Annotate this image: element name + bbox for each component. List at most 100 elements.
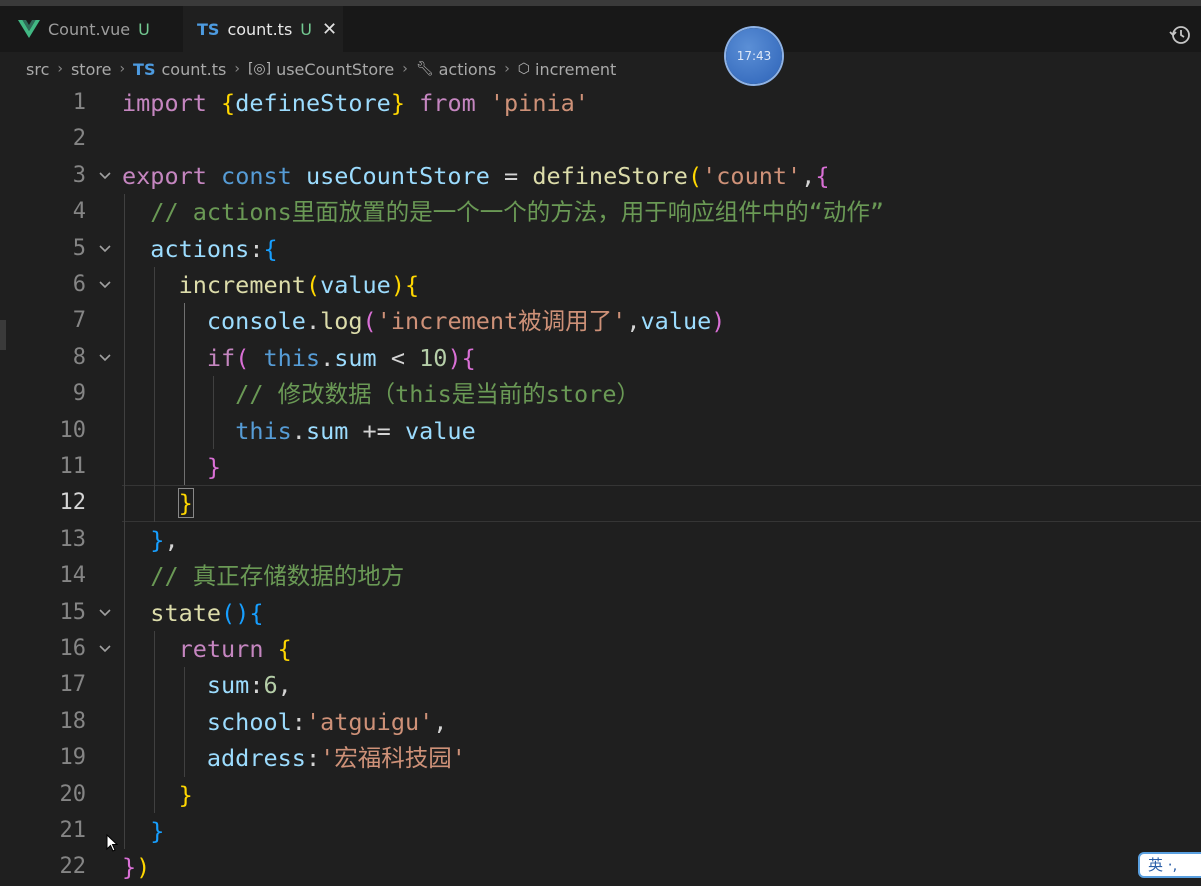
code-line[interactable]: 15 state(){: [0, 595, 1201, 631]
code-text: }: [122, 449, 221, 485]
code-line[interactable]: 2: [0, 121, 1201, 157]
chevron-down-icon[interactable]: [98, 242, 112, 256]
code-token: useCountStore: [305, 161, 490, 190]
code-text: export const useCountStore = defineStore…: [122, 158, 829, 194]
chevron-down-icon[interactable]: [98, 642, 112, 656]
code-token: const: [221, 161, 306, 190]
code-token: }: [177, 488, 194, 519]
close-icon[interactable]: ✕: [322, 19, 337, 40]
chevron-down-icon[interactable]: [98, 278, 112, 292]
code-token: if: [206, 343, 236, 372]
code-line[interactable]: 5 actions:{: [0, 231, 1201, 267]
tab-count-vue[interactable]: Count.vue U: [0, 6, 183, 52]
code-line[interactable]: 14 // 真正存储数据的地方: [0, 558, 1201, 594]
breadcrumb-item-src[interactable]: src: [26, 60, 49, 79]
code-token: (: [235, 343, 250, 372]
chevron-right-icon: ›: [504, 61, 510, 77]
code-token: import: [122, 89, 222, 117]
code-token: .: [291, 416, 306, 445]
code-token: 6: [263, 671, 278, 700]
code-token: {: [405, 271, 420, 299]
code-line[interactable]: 7 console.log('increment被调用了',value): [0, 303, 1201, 339]
code-editor[interactable]: 1 import {defineStore} from 'pinia' 2 3 expo…: [0, 85, 1201, 881]
line-number: 14: [59, 563, 87, 589]
breadcrumb-item-file[interactable]: count.ts: [161, 60, 226, 79]
history-icon[interactable]: [1169, 24, 1191, 46]
line-number: 11: [59, 454, 87, 479]
code-line[interactable]: 18 school:'atguigu',: [0, 704, 1201, 740]
chevron-down-icon[interactable]: [98, 351, 112, 365]
breadcrumb: src › store › TS count.ts › [◎] useCount…: [0, 52, 1201, 86]
code-text: sum:6,: [122, 667, 292, 703]
scroll-indicator: [0, 320, 6, 350]
line-number: 15: [59, 599, 87, 625]
chevron-down-icon[interactable]: [98, 606, 112, 620]
chevron-down-icon[interactable]: [98, 169, 112, 183]
code-line[interactable]: 21 }: [0, 813, 1201, 849]
breadcrumb-item-increment[interactable]: increment: [535, 60, 616, 79]
ime-indicator[interactable]: 英 ·,: [1138, 852, 1201, 878]
code-token: value: [320, 271, 391, 299]
code-token: actions: [150, 234, 250, 263]
code-token: {: [221, 89, 236, 117]
line-number: 21: [59, 818, 87, 843]
code-line[interactable]: 4 // actions里面放置的是一个一个的方法，用于响应组件中的“动作”: [0, 194, 1201, 230]
code-line[interactable]: 16 return {: [0, 631, 1201, 667]
code-text: increment(value){: [122, 267, 420, 303]
mouse-cursor-icon: [106, 834, 118, 852]
code-token: increment: [178, 271, 306, 299]
chevron-right-icon: ›: [234, 61, 240, 77]
breadcrumb-item-actions[interactable]: actions: [439, 60, 497, 79]
code-line[interactable]: 8 if( this.sum < 10){: [0, 340, 1201, 376]
code-token: '宏福科技园': [320, 744, 466, 773]
code-token: school: [206, 707, 292, 736]
code-text: // 真正存储数据的地方: [122, 558, 404, 594]
code-token: from: [405, 89, 490, 117]
code-line[interactable]: 3 export const useCountStore = defineStor…: [0, 158, 1201, 194]
tab-bar: Count.vue U TS count.ts U ✕: [0, 6, 1201, 52]
line-number: 1: [72, 90, 86, 115]
tab-count-ts[interactable]: TS count.ts U ✕: [183, 6, 343, 52]
code-token: {: [263, 234, 278, 263]
code-token: log: [320, 307, 363, 336]
code-token: :: [249, 671, 264, 700]
untracked-badge: U: [138, 19, 150, 39]
code-line[interactable]: 20 }: [0, 777, 1201, 813]
code-text: }): [122, 849, 150, 885]
code-line[interactable]: 17 sum:6,: [0, 667, 1201, 703]
code-line[interactable]: 6 increment(value){: [0, 267, 1201, 303]
line-number: 7: [72, 308, 86, 334]
code-line[interactable]: 1 import {defineStore} from 'pinia': [0, 85, 1201, 121]
code-line[interactable]: 9 // 修改数据（this是当前的store）: [0, 376, 1201, 412]
line-number: 2: [72, 126, 86, 152]
code-token: this: [249, 343, 321, 372]
code-line[interactable]: 10 this.sum += value: [0, 413, 1201, 449]
code-line[interactable]: 19 address:'宏福科技园': [0, 740, 1201, 776]
code-token: defineStore: [235, 89, 391, 117]
breadcrumb-item-store[interactable]: store: [71, 60, 111, 79]
code-token: ,: [433, 707, 448, 736]
code-text: }: [122, 485, 194, 521]
code-token: // 真正存储数据的地方: [122, 562, 405, 591]
code-token: return: [178, 635, 278, 663]
code-line[interactable]: 12 }: [0, 485, 1201, 521]
code-token: =: [489, 161, 533, 190]
clock-overlay: 17:43: [726, 28, 782, 84]
line-number: 22: [59, 854, 87, 880]
code-line[interactable]: 22}): [0, 849, 1201, 885]
code-token: .: [320, 343, 335, 372]
breadcrumb-item-usecountstore[interactable]: useCountStore: [276, 60, 394, 79]
line-number: 9: [72, 381, 86, 407]
typescript-file-icon: TS: [133, 59, 156, 79]
tab-label: Count.vue: [48, 19, 131, 39]
code-line[interactable]: 13 },: [0, 522, 1201, 558]
code-token: ): [711, 307, 726, 336]
code-text: },: [122, 522, 178, 558]
code-text: import {defineStore} from 'pinia': [122, 85, 589, 121]
code-line[interactable]: 11 }: [0, 449, 1201, 485]
